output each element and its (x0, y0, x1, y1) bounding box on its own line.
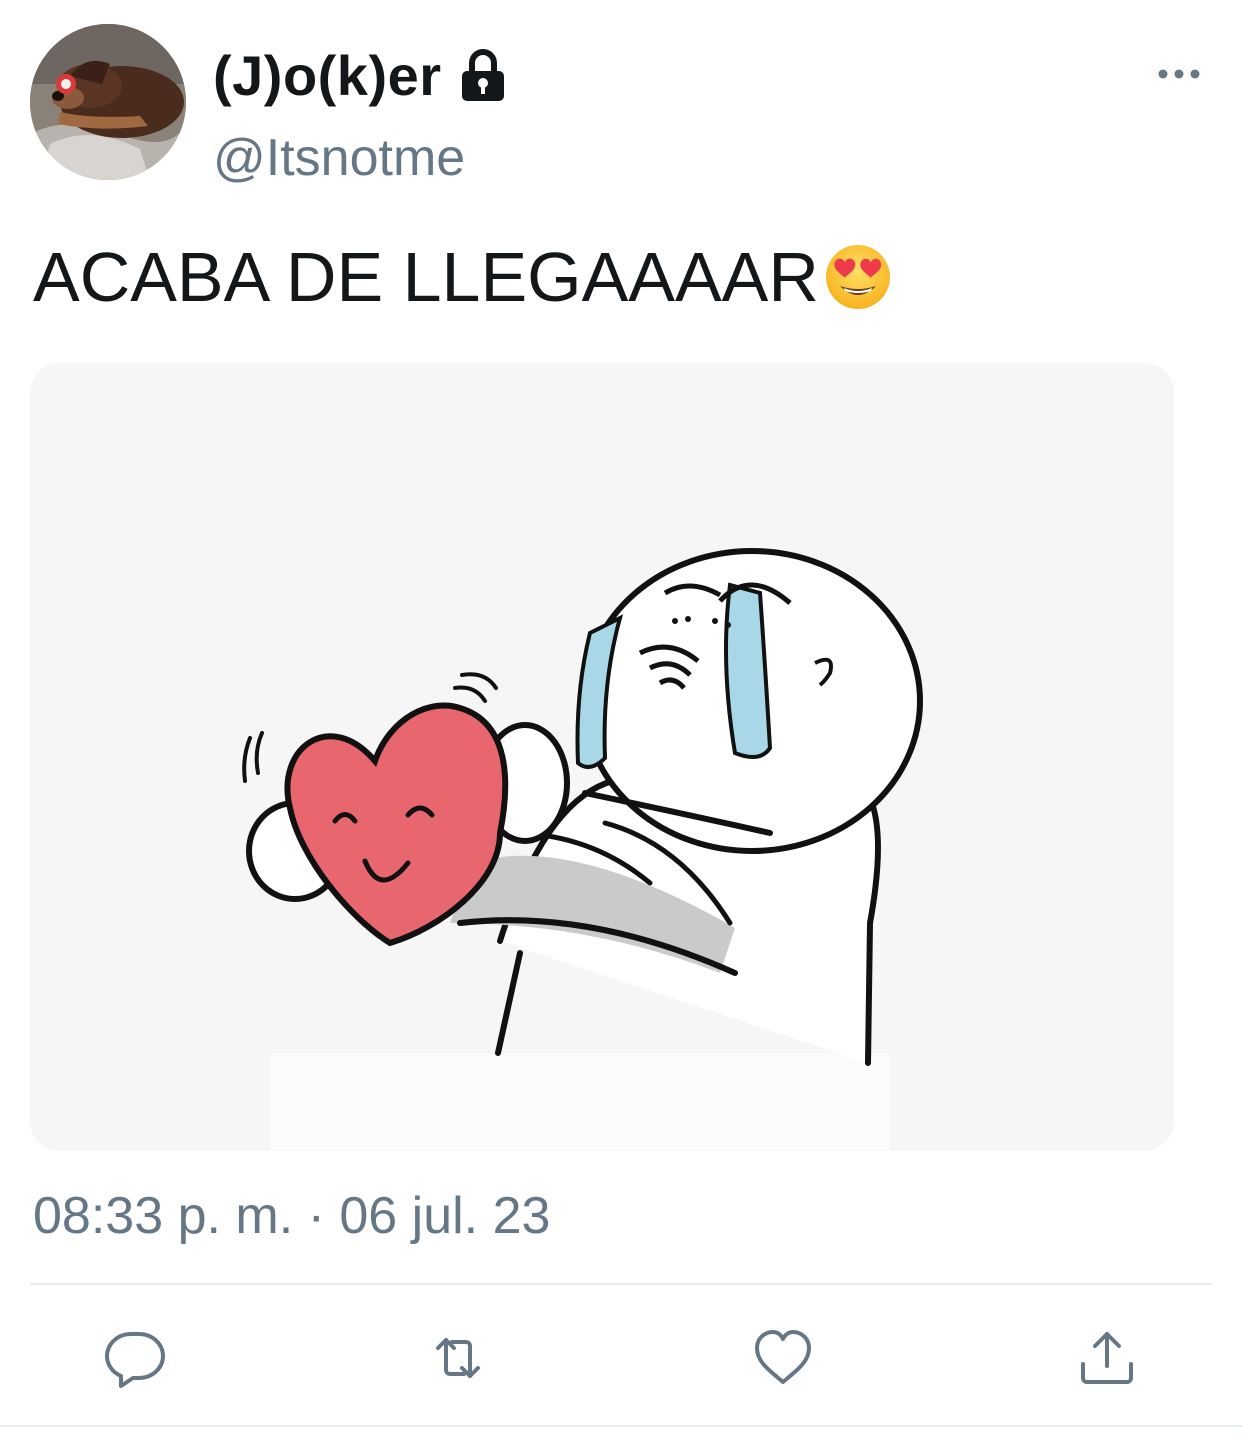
tweet-actions-bar (0, 1318, 1242, 1398)
tweet: (J)o(k)er @Itsnotme ACABA DE LLEGAAAAR 0… (0, 0, 1242, 1449)
share-icon[interactable] (1075, 1326, 1139, 1390)
reply-icon[interactable] (103, 1326, 167, 1390)
lock-icon (461, 49, 504, 101)
tweet-timestamp[interactable]: 08:33 p. m. · 06 jul. 23 (33, 1190, 550, 1242)
tweet-text: ACABA DE LLEGAAAAR (33, 242, 893, 312)
author-name-row: (J)o(k)er (213, 40, 512, 112)
divider (30, 1283, 1212, 1285)
retweet-icon[interactable] (426, 1326, 490, 1390)
user-handle[interactable]: @Itsnotme (213, 132, 465, 184)
more-options-icon[interactable] (1156, 60, 1202, 88)
display-name[interactable]: (J)o(k)er (213, 48, 442, 104)
tweet-text-body: ACABA DE LLEGAAAAR (33, 238, 819, 316)
dog-photo-image (30, 24, 186, 180)
tweet-media-image[interactable] (30, 363, 1174, 1151)
avatar[interactable] (30, 24, 186, 180)
bottom-divider (0, 1425, 1242, 1427)
heart-icon[interactable] (751, 1326, 815, 1390)
cartoon-heart-illustration (30, 363, 1174, 1151)
smiling-face-with-heart-eyes-icon (825, 245, 890, 309)
